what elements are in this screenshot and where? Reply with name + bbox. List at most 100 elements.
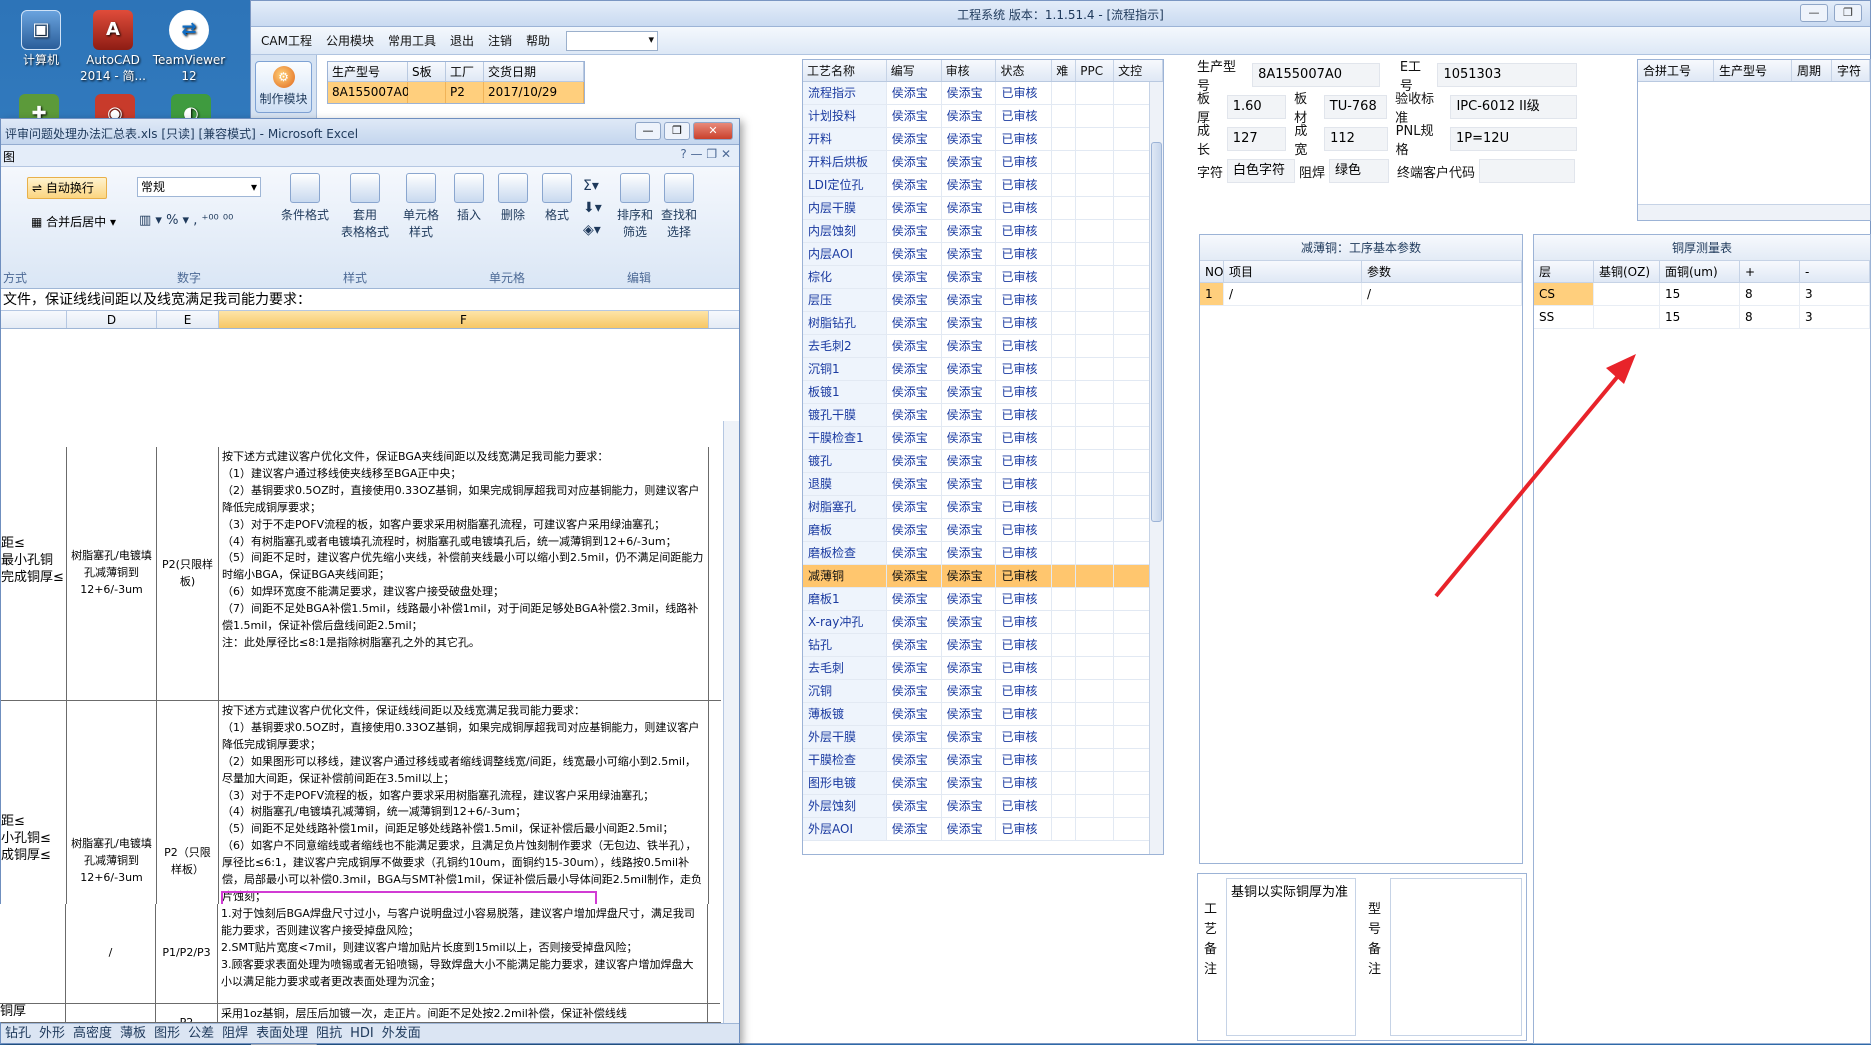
wrap-text-button[interactable]: ⇌ 自动换行 <box>27 177 107 199</box>
merge-center-button[interactable]: ▦ 合并后居中 ▾ <box>31 213 116 230</box>
excel-close-button[interactable]: ✕ <box>693 122 733 140</box>
col-header[interactable]: 参数 <box>1362 261 1522 282</box>
sheet-tab[interactable]: HDI <box>350 1026 374 1041</box>
menu-help[interactable]: 帮助 <box>526 32 550 49</box>
col-header[interactable]: 面铜(um) <box>1660 261 1740 282</box>
col-header[interactable]: NO <box>1200 261 1224 282</box>
process-row[interactable]: 沉铜 侯添宝 侯添宝 已审核 <box>803 680 1163 703</box>
model-field[interactable]: 8A155007A0 <box>1252 63 1380 87</box>
menu-tools[interactable]: 常用工具 <box>388 32 436 49</box>
col-header[interactable]: 字符 <box>1832 60 1870 81</box>
minimize-button[interactable]: — <box>1800 4 1828 22</box>
process-row[interactable]: 内层AOI 侯添宝 侯添宝 已审核 <box>803 243 1163 266</box>
cell[interactable]: P1/P2/P3 <box>156 904 218 1003</box>
process-row[interactable]: 减薄铜 侯添宝 侯添宝 已审核 <box>803 565 1163 588</box>
process-row[interactable]: 干膜检查 侯添宝 侯添宝 已审核 <box>803 749 1163 772</box>
col-header-e[interactable]: E <box>157 311 219 328</box>
process-row[interactable]: 图形电镀 侯添宝 侯添宝 已审核 <box>803 772 1163 795</box>
autocad-icon[interactable]: A AutoCAD 2014 - 简... <box>74 6 152 84</box>
eno-field[interactable]: 1051303 <box>1437 63 1577 87</box>
col-header[interactable]: 层 <box>1534 261 1594 282</box>
menu-logout[interactable]: 注销 <box>488 32 512 49</box>
cell[interactable]: 树脂塞孔/电镀填孔减薄铜到12+6/-3um <box>67 447 157 700</box>
col-header[interactable]: 生产型号 <box>328 62 408 82</box>
solder-field[interactable]: 绿色 <box>1329 159 1390 183</box>
process-row[interactable]: 磨板 侯添宝 侯添宝 已审核 <box>803 519 1163 542</box>
sheet-tab[interactable]: 外发面 <box>382 1026 421 1041</box>
thickness-field[interactable]: 1.60 <box>1226 95 1287 119</box>
cell[interactable]: 采用1oz基铜，层压后加镀一次，走正片。间距不足处按2.2mil补偿，保证补偿线… <box>218 1004 708 1022</box>
cell[interactable]: 距≤ 最小孔铜 完成铜厚≤ <box>1 447 67 700</box>
process-row[interactable]: 计划投料 侯添宝 侯添宝 已审核 <box>803 105 1163 128</box>
col-header[interactable]: 编写 <box>887 60 942 81</box>
table-row[interactable]: 1 / / <box>1200 283 1522 306</box>
pnl-field[interactable]: 1P=12U <box>1450 127 1577 151</box>
col-header[interactable]: 交货日期 <box>484 62 584 82</box>
table-row[interactable]: SS 15 8 3 <box>1534 306 1870 329</box>
table-row[interactable]: 8A155007A0 P2 2017/10/29 <box>328 82 584 103</box>
customer-code-field[interactable] <box>1479 159 1576 183</box>
process-row[interactable]: X-ray冲孔 侯添宝 侯添宝 已审核 <box>803 611 1163 634</box>
format-button[interactable]: 格式 <box>535 173 579 223</box>
model-remark-field[interactable] <box>1390 878 1522 1036</box>
maximize-button[interactable]: ❐ <box>1834 4 1862 22</box>
process-row[interactable]: 层压 侯添宝 侯添宝 已审核 <box>803 289 1163 312</box>
col-header[interactable]: 生产型号 <box>1714 60 1792 81</box>
process-row[interactable]: 树脂钻孔 侯添宝 侯添宝 已审核 <box>803 312 1163 335</box>
conditional-format-button[interactable]: 条件格式 <box>277 173 333 223</box>
process-row[interactable]: 外层蚀刻 侯添宝 侯添宝 已审核 <box>803 795 1163 818</box>
number-format-select[interactable]: 常规 ▾ <box>137 177 261 197</box>
cell[interactable]: / <box>66 904 156 1003</box>
autosum-buttons[interactable]: Σ▾ ⬇▾ ◈▾ <box>583 175 602 241</box>
sheet-tab[interactable]: 高密度 <box>73 1026 112 1041</box>
col-header[interactable]: - <box>1800 261 1870 282</box>
ribbon-tab[interactable]: 图 <box>3 148 15 165</box>
col-header[interactable]: 基铜(OZ) <box>1594 261 1660 282</box>
length-field[interactable]: 127 <box>1226 127 1287 151</box>
process-row[interactable]: 去毛刺2 侯添宝 侯添宝 已审核 <box>803 335 1163 358</box>
cell[interactable] <box>0 904 66 1003</box>
process-remark-text[interactable]: 基铜以实际铜厚为准 <box>1226 878 1356 1036</box>
process-row[interactable]: 干膜检查1 侯添宝 侯添宝 已审核 <box>803 427 1163 450</box>
process-row[interactable]: 流程指示 侯添宝 侯添宝 已审核 <box>803 82 1163 105</box>
number-format-buttons[interactable]: ▥ ▾ % ▾ , ⁺⁰⁰ ⁰⁰ <box>139 213 233 228</box>
menu-common-module[interactable]: 公用模块 <box>326 32 374 49</box>
sheet-tab[interactable]: 薄板 <box>120 1026 146 1041</box>
process-row[interactable]: 树脂塞孔 侯添宝 侯添宝 已审核 <box>803 496 1163 519</box>
process-row[interactable]: 镀孔干膜 侯添宝 侯添宝 已审核 <box>803 404 1163 427</box>
col-header-d[interactable]: D <box>67 311 157 328</box>
col-header[interactable]: 项目 <box>1224 261 1362 282</box>
excel-vertical-scrollbar[interactable] <box>723 421 739 1025</box>
col-header[interactable]: S板 <box>408 62 446 82</box>
process-row[interactable]: 沉铜1 侯添宝 侯添宝 已审核 <box>803 358 1163 381</box>
process-scrollbar[interactable] <box>1149 82 1163 854</box>
sheet-tab[interactable]: 图形 <box>154 1026 180 1041</box>
col-header-c[interactable] <box>1 311 67 328</box>
sheet-tab[interactable]: 外形 <box>39 1026 65 1041</box>
menu-exit[interactable]: 退出 <box>450 32 474 49</box>
help-icon[interactable]: ? — ❐ ✕ <box>680 147 731 161</box>
horizontal-scrollbar[interactable] <box>1638 204 1870 220</box>
col-header[interactable]: 工艺名称 <box>803 60 887 81</box>
excel-restore-button[interactable]: ❐ <box>664 122 690 140</box>
process-row[interactable]: 外层AOI 侯添宝 侯添宝 已审核 <box>803 818 1163 841</box>
process-row[interactable]: 外层干膜 侯添宝 侯添宝 已审核 <box>803 726 1163 749</box>
scroll-thumb[interactable] <box>1151 142 1162 522</box>
width-field[interactable]: 112 <box>1324 127 1388 151</box>
process-row[interactable]: 磨板检查 侯添宝 侯添宝 已审核 <box>803 542 1163 565</box>
delete-button[interactable]: 删除 <box>491 173 535 223</box>
process-row[interactable]: 退膜 侯添宝 侯添宝 已审核 <box>803 473 1163 496</box>
excel-minimize-button[interactable]: — <box>635 122 661 140</box>
find-select-button[interactable]: 查找和 选择 <box>657 173 701 240</box>
sheet-tab[interactable]: 公差 <box>188 1026 214 1041</box>
process-row[interactable]: 磨板1 侯添宝 侯添宝 已审核 <box>803 588 1163 611</box>
col-header[interactable]: 审核 <box>942 60 997 81</box>
col-header[interactable]: + <box>1740 261 1800 282</box>
col-header[interactable]: 工厂 <box>446 62 484 82</box>
process-row[interactable]: 去毛刺 侯添宝 侯添宝 已审核 <box>803 657 1163 680</box>
menu-combo[interactable] <box>566 30 659 51</box>
sheet-tab[interactable]: 表面处理 <box>256 1026 308 1041</box>
process-row[interactable]: 板镀1 侯添宝 侯添宝 已审核 <box>803 381 1163 404</box>
process-row[interactable]: 棕化 侯添宝 侯添宝 已审核 <box>803 266 1163 289</box>
col-header[interactable]: 状态 <box>996 60 1053 81</box>
